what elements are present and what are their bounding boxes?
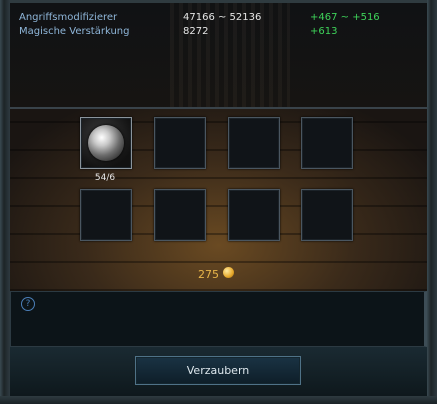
- description-box: ?: [10, 291, 427, 347]
- material-slot-6[interactable]: [154, 189, 206, 241]
- material-slot-7[interactable]: [228, 189, 280, 241]
- stat-row-magic-amplification: Magische Verstärkung 8272 +613: [10, 26, 427, 40]
- stat-bonus: +613: [310, 26, 338, 37]
- material-count: 54/6: [94, 173, 116, 183]
- button-bar: Verzaubern: [10, 347, 427, 396]
- gold-coin-icon: [223, 267, 234, 278]
- material-slot-5[interactable]: [80, 189, 132, 241]
- window-border-left: [0, 0, 10, 404]
- material-slot-2[interactable]: [154, 117, 206, 169]
- stat-value: 8272: [183, 26, 209, 37]
- material-slot-3[interactable]: [228, 117, 280, 169]
- material-area: [10, 109, 427, 291]
- stat-name: Magische Verstärkung: [19, 26, 130, 37]
- enchant-cost: 275: [198, 268, 219, 281]
- stat-value: 47166 ~ 52136: [183, 12, 262, 23]
- window-border-bottom: [0, 396, 437, 404]
- stat-row-attack-modifier: Angriffsmodifizierer 47166 ~ 52136 +467 …: [10, 12, 427, 26]
- stat-name: Angriffsmodifizierer: [19, 12, 118, 23]
- stat-bonus: +467 ~ +516: [310, 12, 380, 23]
- material-slot-1[interactable]: [80, 117, 132, 169]
- window-border-right: [427, 0, 437, 404]
- stats-panel: Angriffsmodifizierer 47166 ~ 52136 +467 …: [10, 3, 427, 107]
- enchant-window: Angriffsmodifizierer 47166 ~ 52136 +467 …: [0, 0, 437, 404]
- enchant-stone-icon: [88, 125, 124, 161]
- enchant-button[interactable]: Verzaubern: [135, 356, 301, 385]
- help-icon[interactable]: ?: [21, 297, 35, 311]
- material-slot-4[interactable]: [301, 117, 353, 169]
- material-slot-8[interactable]: [301, 189, 353, 241]
